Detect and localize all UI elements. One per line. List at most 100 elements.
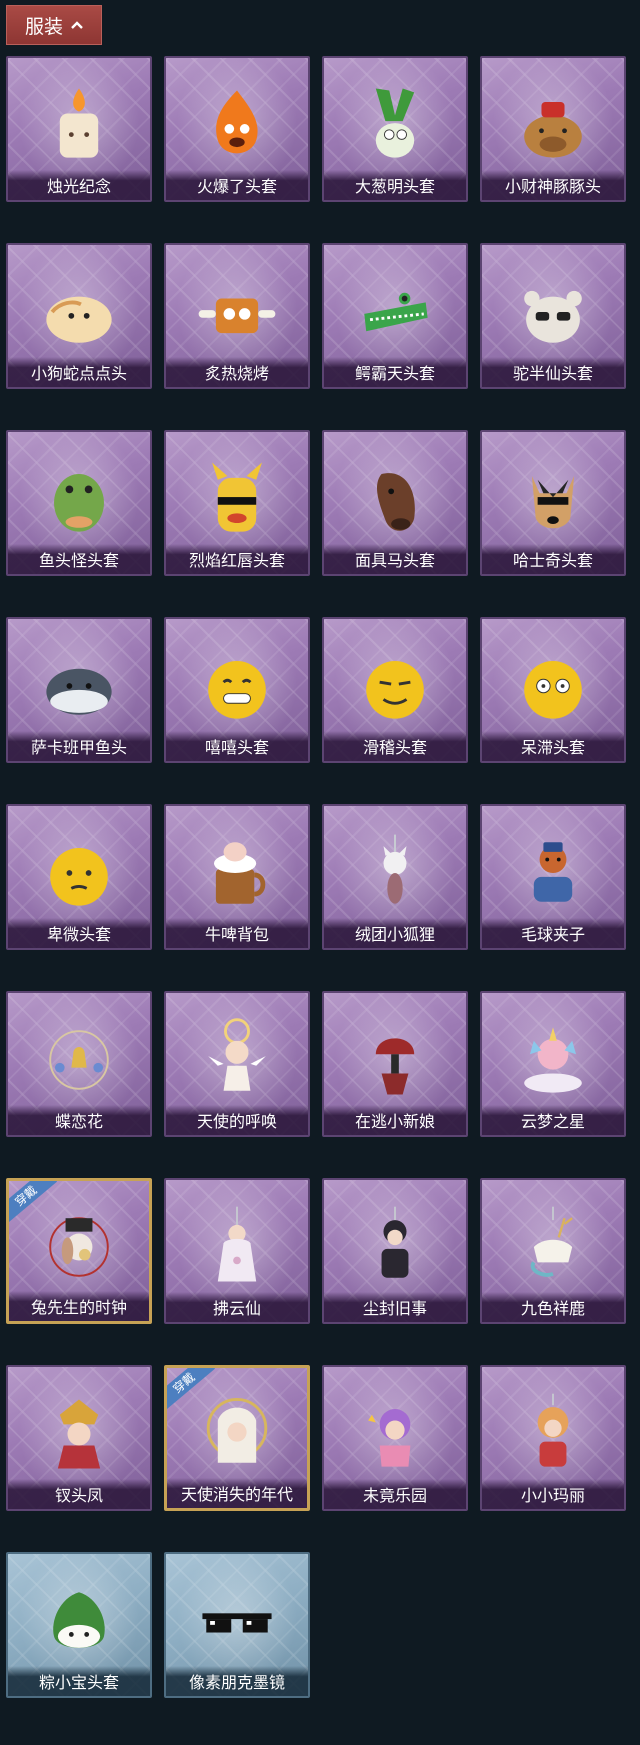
beer-mug-icon: [213, 842, 266, 904]
costume-item-card[interactable]: 尘封旧事: [322, 1178, 468, 1324]
costume-item-label: 小财神豚豚头: [482, 170, 624, 200]
costume-item-card[interactable]: 滑稽头套: [322, 617, 468, 763]
costume-item-label: 拂云仙: [166, 1292, 308, 1322]
costume-item-card[interactable]: 卑微头套: [6, 804, 152, 950]
costume-item-card[interactable]: 小狗蛇点点头: [6, 243, 152, 389]
grin-emoji-icon: [208, 660, 266, 719]
costume-item-card[interactable]: 毛球夹子: [480, 804, 626, 950]
costume-item-label: 炙热烧烤: [166, 357, 308, 387]
costume-section-toggle[interactable]: 服装: [6, 5, 102, 45]
costume-item-label: 牛啤背包: [166, 918, 308, 948]
costume-item-label: 烛光纪念: [8, 170, 150, 200]
costume-item-label: 小小玛丽: [482, 1479, 624, 1509]
costume-item-label: 兔先生的时钟: [9, 1291, 149, 1321]
costume-item-card[interactable]: 小小玛丽: [480, 1365, 626, 1511]
costume-item-card[interactable]: 呆滞头套: [480, 617, 626, 763]
costume-item-label: 滑稽头套: [324, 731, 466, 761]
costume-item-label: 小狗蛇点点头: [8, 357, 150, 387]
costume-item-card[interactable]: 钗头凤: [6, 1365, 152, 1511]
scallion-head-icon: [375, 88, 415, 158]
bear-head-icon: [524, 290, 582, 343]
raccoon-clip-icon: [533, 842, 573, 902]
costume-item-label: 粽小宝头套: [8, 1666, 150, 1696]
costume-item-label: 在逃小新娘: [324, 1105, 466, 1135]
yellow-mask-icon: [212, 462, 262, 532]
grill-meat-icon: [198, 298, 276, 333]
zongzi-head-icon: [53, 1591, 105, 1648]
costume-item-card[interactable]: 大葱明头套: [322, 56, 468, 202]
costume-item-card[interactable]: 粽小宝头套: [6, 1552, 152, 1698]
costume-item-card[interactable]: 火爆了头套: [164, 56, 310, 202]
costume-item-label: 大葱明头套: [324, 170, 466, 200]
fire-head-icon: [216, 90, 258, 154]
costume-item-card[interactable]: 烛光纪念: [6, 56, 152, 202]
costume-item-label: 鳄霸天头套: [324, 357, 466, 387]
costume-item-card[interactable]: 牛啤背包: [164, 804, 310, 950]
costume-item-label: 像素朋克墨镜: [166, 1666, 308, 1696]
costume-item-card[interactable]: 鳄霸天头套: [322, 243, 468, 389]
rabbit-clock-icon: [49, 1217, 109, 1277]
costume-item-card[interactable]: 未竟乐园: [322, 1365, 468, 1511]
costume-item-label: 面具马头套: [324, 544, 466, 574]
costume-item-label: 天使消失的年代: [167, 1478, 307, 1508]
clown-doll-icon: [368, 1408, 411, 1467]
candle-head-icon: [59, 88, 99, 158]
costume-item-card[interactable]: 小财神豚豚头: [480, 56, 626, 202]
costume-item-card[interactable]: 蝶恋花: [6, 991, 152, 1137]
costume-item-card[interactable]: 绒团小狐狸: [322, 804, 468, 950]
snake-head-icon: [46, 296, 112, 343]
phoenix-doll-icon: [57, 1399, 101, 1469]
costume-item-card[interactable]: 在逃小新娘: [322, 991, 468, 1137]
costume-item-label: 云梦之星: [482, 1105, 624, 1135]
capybara-head-icon: [524, 101, 582, 158]
costume-grid: 烛光纪念 火爆了头套 大葱明头套 小财神豚豚头小狗蛇点点头 炙热烧烤 鳄霸天头套 驼半仙头套…: [6, 56, 634, 1698]
costume-item-card[interactable]: 拂云仙: [164, 1178, 310, 1324]
costume-item-card[interactable]: 面具马头套: [322, 430, 468, 576]
section-title: 服装: [24, 15, 63, 38]
unicorn-icon: [524, 1027, 582, 1093]
costume-item-label: 钗头凤: [8, 1479, 150, 1509]
costume-item-label: 绒团小狐狸: [324, 918, 466, 948]
pixel-sunglasses-icon: [202, 1613, 272, 1633]
costume-item-label: 萨卡班甲鱼头: [8, 731, 150, 761]
costume-item-card[interactable]: 兔先生的时钟 穿戴: [6, 1178, 152, 1324]
dazed-emoji-icon: [524, 660, 582, 719]
boy-charm-icon: [381, 1206, 409, 1278]
fish-head-icon: [54, 473, 104, 532]
costume-item-card[interactable]: 天使消失的年代 穿戴: [164, 1365, 310, 1511]
costume-item-card[interactable]: 嘻嘻头套: [164, 617, 310, 763]
costume-item-card[interactable]: 鱼头怪头套: [6, 430, 152, 576]
fairy-charm-icon: [217, 1206, 257, 1282]
costume-item-card[interactable]: 烈焰红唇头套: [164, 430, 310, 576]
costume-item-label: 火爆了头套: [166, 170, 308, 200]
costume-item-label: 未竟乐园: [324, 1479, 466, 1509]
bride-lamp-icon: [375, 1038, 415, 1095]
costume-item-label: 尘封旧事: [324, 1292, 466, 1322]
horse-head-icon: [377, 472, 415, 531]
costume-item-card[interactable]: 哈士奇头套: [480, 430, 626, 576]
costume-item-label: 卑微头套: [8, 918, 150, 948]
humble-emoji-icon: [50, 847, 108, 906]
costume-item-card[interactable]: 炙热烧烤: [164, 243, 310, 389]
sacabambaspis-icon: [46, 668, 112, 715]
chevron-up-icon: [71, 21, 83, 29]
costume-item-card[interactable]: 云梦之星: [480, 991, 626, 1137]
deer-charm-icon: [530, 1206, 573, 1277]
costume-item-card[interactable]: 九色祥鹿: [480, 1178, 626, 1324]
funny-emoji-icon: [366, 660, 424, 719]
costume-item-label: 呆滞头套: [482, 731, 624, 761]
angel-doll-icon: [208, 1017, 266, 1091]
costume-item-label: 蝶恋花: [8, 1105, 150, 1135]
costume-item-label: 驼半仙头套: [482, 357, 624, 387]
costume-item-card[interactable]: 驼半仙头套: [480, 243, 626, 389]
costume-item-card[interactable]: 萨卡班甲鱼头: [6, 617, 152, 763]
costume-item-label: 九色祥鹿: [482, 1292, 624, 1322]
costume-item-label: 哈士奇头套: [482, 544, 624, 574]
costume-item-label: 天使的呼唤: [166, 1105, 308, 1135]
costume-item-card[interactable]: 像素朋克墨镜: [164, 1552, 310, 1698]
costume-item-card[interactable]: 天使的呼唤: [164, 991, 310, 1137]
crocodile-head-icon: [364, 292, 428, 331]
costume-item-label: 烈焰红唇头套: [166, 544, 308, 574]
fox-charm-icon: [383, 834, 407, 904]
costume-item-label: 毛球夹子: [482, 918, 624, 948]
